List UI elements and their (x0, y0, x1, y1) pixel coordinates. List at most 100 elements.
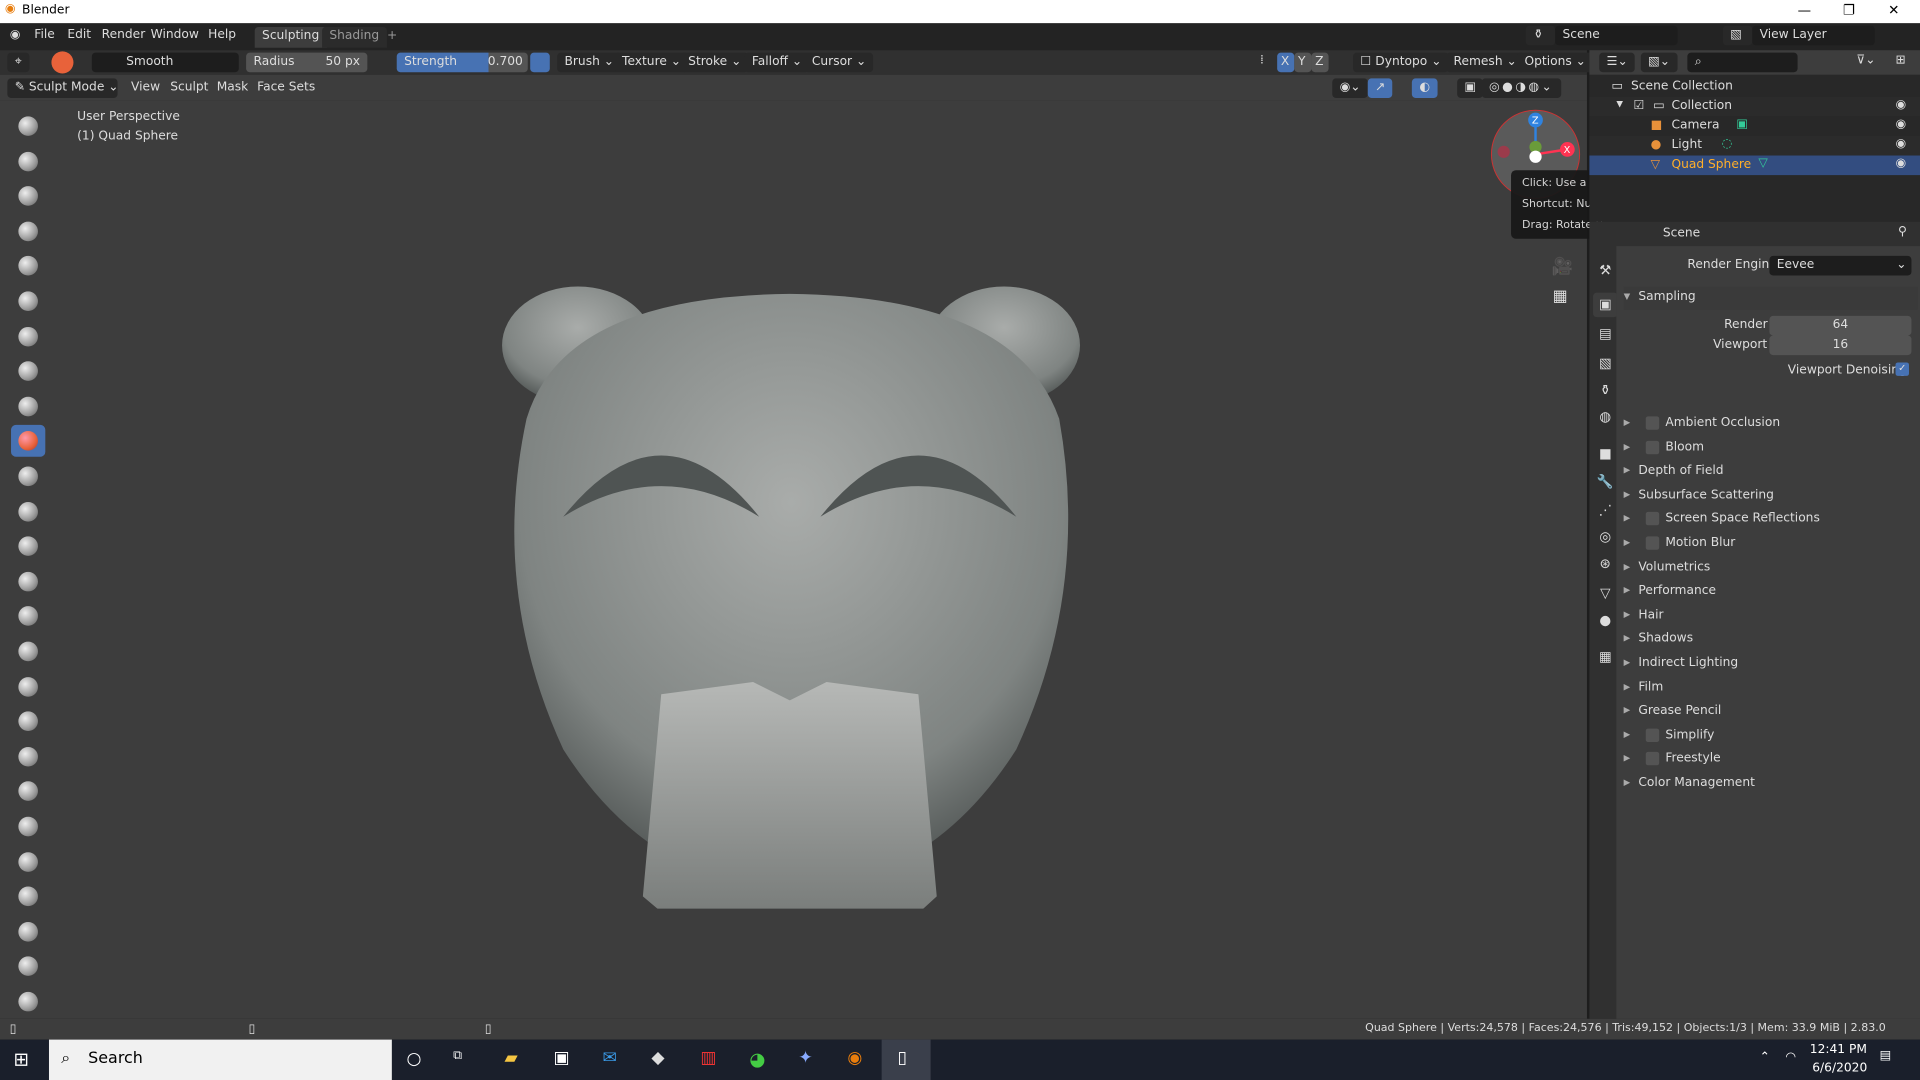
mesh-data-icon[interactable]: ▽ (1758, 157, 1767, 170)
sculpt-tool-button[interactable] (11, 811, 45, 843)
popcorn-app-icon[interactable]: ▥ (700, 1048, 716, 1068)
sculpt-tool-button[interactable] (11, 565, 45, 597)
ortho-grid-icon[interactable]: ▦ (1553, 288, 1568, 306)
sculpt-tool-button[interactable] (11, 390, 45, 422)
sculpt-tool-button[interactable] (11, 250, 45, 282)
section-bloom[interactable]: ▶ Bloom (1624, 437, 1918, 460)
taskbar-search-box[interactable]: ⌕ Search (48, 1039, 392, 1080)
camera-view-icon[interactable]: 🎥 (1551, 257, 1572, 277)
properties-tab[interactable]: ▣ (1593, 292, 1618, 318)
section-checkbox[interactable] (1645, 416, 1660, 430)
notepad-taskbar-icon[interactable]: ▯ (881, 1039, 931, 1080)
section-motion-blur[interactable]: ▶ Motion Blur (1624, 533, 1918, 556)
display-mode-icon[interactable]: ☰⌄ (1599, 52, 1636, 73)
sculpt-tool-button[interactable] (11, 600, 45, 632)
outliner-row-camera[interactable]: ■ Camera ▣ ◉ (1589, 116, 1920, 136)
gizmo-toggle-icon[interactable]: ↗ (1367, 78, 1393, 98)
properties-tab[interactable]: ⚱ (1593, 378, 1617, 402)
properties-tab[interactable]: ▽ (1593, 582, 1617, 606)
strength-slider[interactable]: Strength 0.700 (396, 52, 528, 73)
file-explorer-icon[interactable]: ▰ (504, 1048, 517, 1068)
app-icon[interactable]: ✦ (798, 1048, 812, 1068)
properties-tab[interactable]: ◎ (1593, 525, 1617, 549)
section-freestyle[interactable]: ▶ Freestyle (1624, 749, 1918, 772)
section-grease-pencil[interactable]: ▶ Grease Pencil (1624, 701, 1918, 724)
sculpt-tool-button[interactable] (11, 355, 45, 387)
section-checkbox[interactable] (1645, 536, 1660, 550)
scene-name-field[interactable]: Scene (1555, 25, 1678, 46)
xray-toggle-icon[interactable]: ▣ (1457, 78, 1484, 98)
section-checkbox[interactable] (1645, 440, 1660, 454)
menu-edit[interactable]: Edit (67, 28, 91, 41)
outliner-row-quad-sphere[interactable]: ▽ Quad Sphere ▽ ◉ (1589, 155, 1920, 176)
overlay-toggle-icon[interactable]: ◐ (1411, 78, 1438, 98)
section-shadows[interactable]: ▶ Shadows (1624, 629, 1918, 652)
sculpt-tool-button[interactable] (11, 986, 45, 1018)
sculpt-tool-button[interactable] (11, 776, 45, 808)
scene-selector-icon[interactable]: ⚱ (1525, 25, 1556, 46)
app-icon[interactable]: ◆ (651, 1048, 664, 1068)
visibility-menu-icon[interactable]: ◉⌄ (1332, 78, 1368, 98)
properties-tab[interactable]: ▤ (1593, 322, 1617, 346)
store-icon[interactable]: ▣ (553, 1048, 569, 1068)
sculpt-tool-button[interactable] (11, 285, 45, 317)
sculpt-tool-button[interactable] (11, 636, 45, 668)
brush-preview-icon[interactable] (51, 51, 74, 74)
menu-view[interactable]: View (131, 81, 160, 94)
stroke-menu[interactable]: Stroke ⌄ (680, 52, 749, 73)
falloff-menu[interactable]: Falloff ⌄ (744, 52, 810, 73)
sculpt-tool-button[interactable] (11, 846, 45, 878)
menu-file[interactable]: File (34, 28, 54, 41)
properties-tab[interactable]: ▦ (1593, 645, 1617, 669)
pressure-icon[interactable] (530, 52, 550, 73)
outliner-row-collection[interactable]: ▼ ☑ ▭ Collection ◉ (1589, 96, 1920, 117)
section-checkbox[interactable] (1645, 752, 1660, 766)
menu-window[interactable]: Window (151, 28, 199, 41)
outliner-row-light[interactable]: ● Light ◌ ◉ (1589, 135, 1920, 156)
sculpt-tool-button[interactable] (11, 495, 45, 527)
chrome-icon[interactable]: ◕ (749, 1048, 765, 1070)
minimize-button[interactable]: — (1798, 2, 1811, 18)
tab-sculpting[interactable]: Sculpting (254, 26, 327, 48)
section-simplify[interactable]: ▶ Simplify (1624, 725, 1918, 748)
filter-icon[interactable]: ⊽⌄ (1856, 54, 1875, 67)
new-collection-icon[interactable]: ⊞ (1896, 54, 1906, 67)
render-engine-select[interactable]: Eevee ⌄ (1769, 255, 1912, 276)
sculpt-tool-button[interactable] (11, 706, 45, 738)
properties-tab[interactable]: ⋰ (1593, 498, 1617, 522)
properties-tab[interactable]: ⊛ (1593, 552, 1617, 576)
mirror-z-toggle[interactable]: Z (1311, 52, 1329, 73)
view-layer-filter-icon[interactable]: ▧⌄ (1640, 52, 1678, 73)
eye-icon[interactable]: ◉ (1896, 137, 1907, 150)
close-button[interactable]: ✕ (1888, 2, 1899, 18)
eye-icon[interactable]: ◉ (1896, 98, 1907, 111)
section-volumetrics[interactable]: ▶ Volumetrics (1624, 557, 1918, 580)
mail-icon[interactable]: ✉ (602, 1048, 616, 1068)
light-data-icon[interactable]: ◌ (1722, 137, 1733, 150)
sculpt-tool-button[interactable] (11, 180, 45, 212)
section-film[interactable]: ▶ Film (1624, 677, 1918, 700)
sculpt-tool-button[interactable] (11, 215, 45, 247)
options-menu[interactable]: Options ⌄ (1517, 52, 1594, 73)
properties-tab[interactable]: ▧ (1593, 351, 1617, 375)
camera-data-icon[interactable]: ▣ (1736, 118, 1748, 131)
properties-tab[interactable]: 🔧 (1593, 470, 1617, 494)
task-view-icon[interactable]: ⧉ (453, 1049, 462, 1062)
checkbox-icon[interactable]: ☑ (1633, 99, 1644, 112)
dyntopo-menu[interactable]: ☐ Dyntopo ⌄ (1353, 52, 1449, 73)
add-workspace-button[interactable]: + (380, 27, 405, 48)
cursor-menu[interactable]: Cursor ⌄ (804, 52, 874, 73)
pin-icon[interactable]: ⚲ (1898, 225, 1907, 238)
view-layer-field[interactable]: View Layer (1752, 25, 1875, 46)
tab-shading[interactable]: Shading (322, 26, 387, 48)
eye-icon[interactable]: ◉ (1896, 118, 1907, 131)
mirror-y-toggle[interactable]: Y (1294, 52, 1312, 73)
clock-date[interactable]: 6/6/2020 (1812, 1062, 1867, 1075)
section-performance[interactable]: ▶ Performance (1624, 581, 1918, 604)
3d-viewport[interactable]: User Perspective (1) Quad Sphere (functi… (0, 100, 1587, 1019)
properties-tab[interactable]: ◍ (1593, 405, 1617, 429)
menu-face-sets[interactable]: Face Sets (257, 81, 315, 94)
radius-field[interactable]: Radius 50 px (246, 52, 368, 73)
windows-start-icon[interactable]: ⊞ (13, 1048, 28, 1070)
brush-name-field[interactable]: Smooth (91, 52, 239, 73)
